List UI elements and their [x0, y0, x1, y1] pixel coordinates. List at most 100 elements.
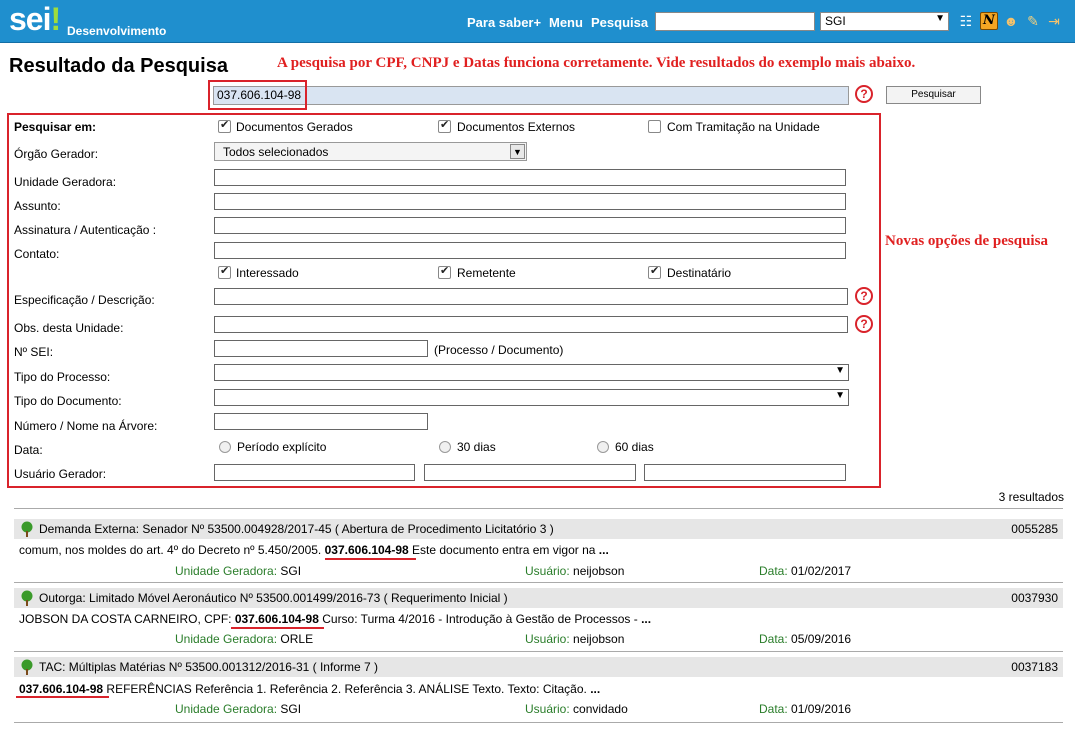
result-row: Demanda Externa: Senador Nº 53500.004928… [14, 519, 1063, 539]
result-snippet: 037.606.104-98 REFERÊNCIAS Referência 1.… [19, 682, 601, 696]
interessado-checkbox[interactable] [218, 264, 231, 279]
contato-input[interactable] [214, 242, 846, 259]
highlight-underline [231, 627, 324, 629]
tree-icon [21, 521, 33, 537]
result-title-link[interactable]: TAC: Múltiplas Matérias Nº 53500.001312/… [39, 660, 378, 674]
unidade-label: Unidade Geradora: [14, 175, 117, 189]
results-divider [14, 722, 1063, 723]
result-number[interactable]: 0055285 [1011, 522, 1058, 536]
obs-label: Obs. desta Unidade: [14, 321, 124, 335]
unidade-input[interactable] [214, 169, 846, 186]
dias30-radio[interactable] [439, 441, 451, 453]
assunto-input[interactable] [214, 193, 846, 210]
assinatura-label: Assinatura / Autenticação : [14, 223, 157, 237]
pesquisar-em-label: Pesquisar em: [14, 120, 97, 134]
user-icon[interactable]: ☻ [1002, 12, 1020, 30]
usuario-input-1[interactable] [214, 464, 415, 481]
assunto-label: Assunto: [14, 199, 61, 213]
quick-search-input[interactable] [655, 12, 815, 31]
data-label: Data: [14, 443, 43, 457]
dias60-label: 60 dias [615, 440, 654, 454]
tipo-documento-label: Tipo do Documento: [14, 394, 122, 408]
highlight-underline [16, 696, 109, 698]
annotation-top: A pesquisa por CPF, CNPJ e Datas funcion… [277, 55, 916, 71]
com-tramitacao-label: Com Tramitação na Unidade [667, 120, 820, 134]
n-icon[interactable]: N [980, 12, 998, 30]
result-number[interactable]: 0037930 [1011, 591, 1058, 605]
dias30-label: 30 dias [457, 440, 496, 454]
numero-label: Número / Nome na Árvore: [14, 419, 158, 433]
list-icon[interactable]: ☷ [957, 12, 975, 30]
result-data: Data: 01/09/2016 [759, 702, 852, 716]
search-highlight-box [208, 80, 307, 110]
orgao-select[interactable]: Todos selecionados ▼ [214, 142, 527, 161]
results-divider [14, 582, 1063, 583]
result-number[interactable]: 0037183 [1011, 660, 1058, 674]
tipo-processo-label: Tipo do Processo: [14, 370, 111, 384]
highlight-underline [325, 558, 416, 560]
obs-input[interactable] [214, 316, 848, 333]
para-saber-link[interactable]: Para saber+ [467, 15, 541, 30]
destinatario-label: Destinatário [667, 266, 732, 280]
contato-label: Contato: [14, 247, 60, 261]
tree-icon [21, 659, 33, 675]
pesquisa-link[interactable]: Pesquisa [591, 15, 648, 30]
pesquisar-button[interactable]: Pesquisar [886, 86, 981, 104]
nsei-input[interactable] [214, 340, 428, 357]
usuario-input-2[interactable] [424, 464, 636, 481]
annotation-side: Novas opções de pesquisa [885, 233, 1048, 249]
menu-link[interactable]: Menu [549, 15, 583, 30]
result-usuario: Usuário: convidado [525, 702, 628, 716]
result-title-link[interactable]: Outorga: Limitado Móvel Aeronáutico Nº 5… [39, 591, 508, 605]
doc-gerados-label: Documentos Gerados [236, 120, 353, 134]
result-usuario: Usuário: neijobson [525, 632, 625, 646]
result-unidade: Unidade Geradora: SGI [175, 564, 302, 578]
periodo-label: Período explícito [237, 440, 327, 454]
doc-externos-label: Documentos Externos [457, 120, 576, 134]
top-bar: sei! Desenvolvimento Para saber+ Menu Pe… [0, 0, 1075, 43]
obs-help-icon[interactable]: ? [855, 315, 873, 333]
unit-select[interactable]: SGI ▼ [820, 12, 949, 31]
org-name: Desenvolvimento [67, 24, 167, 38]
assinatura-input[interactable] [214, 217, 846, 234]
results-divider [14, 508, 1063, 509]
result-title-link[interactable]: Demanda Externa: Senador Nº 53500.004928… [39, 522, 554, 536]
search-help-icon[interactable]: ? [855, 85, 873, 103]
nsei-label: Nº SEI: [14, 345, 54, 359]
periodo-radio[interactable] [219, 441, 231, 453]
sei-logo[interactable]: sei! [9, 1, 61, 38]
remetente-label: Remetente [457, 266, 516, 280]
result-usuario: Usuário: neijobson [525, 564, 625, 578]
destinatario-checkbox[interactable] [648, 264, 661, 279]
dias60-radio[interactable] [597, 441, 609, 453]
com-tramitacao-checkbox[interactable] [648, 120, 661, 133]
result-row: Outorga: Limitado Móvel Aeronáutico Nº 5… [14, 588, 1063, 608]
exit-icon[interactable]: ⇥ [1045, 12, 1063, 30]
result-data: Data: 05/09/2016 [759, 632, 852, 646]
usuario-input-3[interactable] [644, 464, 846, 481]
especificacao-input[interactable] [214, 288, 848, 305]
result-snippet: JOBSON DA COSTA CARNEIRO, CPF: 037.606.1… [19, 612, 652, 626]
result-snippet: comum, nos moldes do art. 4º do Decreto … [19, 543, 609, 557]
page-title: Resultado da Pesquisa [9, 55, 228, 77]
doc-externos-checkbox[interactable] [438, 118, 451, 133]
tools-icon[interactable]: ✎ [1024, 12, 1042, 30]
result-unidade: Unidade Geradora: ORLE [175, 632, 314, 646]
doc-gerados-checkbox[interactable] [218, 118, 231, 133]
results-count: 3 resultados [998, 490, 1064, 504]
main-search-input[interactable]: 037.606.104-98 [213, 86, 849, 105]
numero-input[interactable] [214, 413, 428, 430]
chevron-down-icon: ▼ [510, 144, 525, 159]
result-unidade: Unidade Geradora: SGI [175, 702, 302, 716]
nsei-hint: (Processo / Documento) [434, 343, 564, 357]
tipo-processo-select[interactable]: ▼ [214, 364, 849, 381]
tree-icon [21, 590, 33, 606]
interessado-label: Interessado [236, 266, 299, 280]
results-divider [14, 651, 1063, 652]
tipo-documento-select[interactable]: ▼ [214, 389, 849, 406]
especificacao-label: Especificação / Descrição: [14, 293, 155, 307]
orgao-label: Órgão Gerador: [14, 147, 99, 161]
remetente-checkbox[interactable] [438, 264, 451, 279]
especificacao-help-icon[interactable]: ? [855, 287, 873, 305]
usuario-label: Usuário Gerador: [14, 467, 107, 481]
